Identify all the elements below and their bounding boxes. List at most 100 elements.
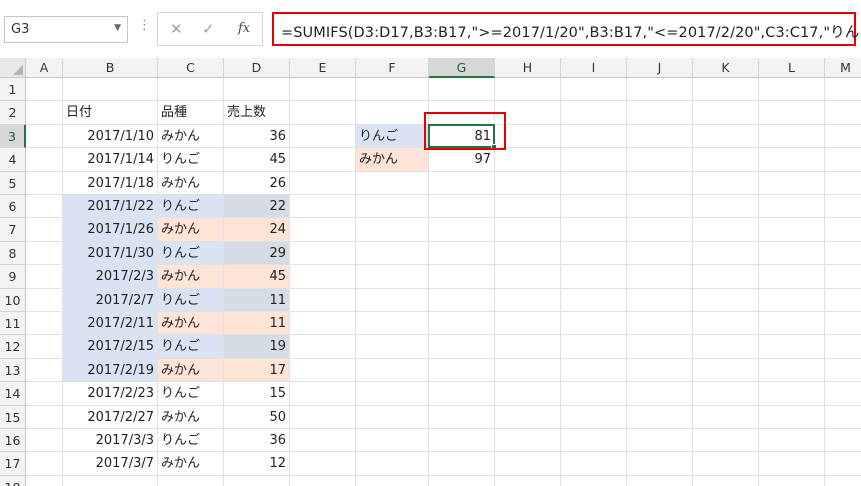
cell[interactable]: [290, 382, 356, 406]
date-cell[interactable]: 2017/2/7: [63, 288, 158, 312]
cell[interactable]: [290, 101, 356, 125]
cell[interactable]: [759, 358, 825, 383]
date-cell[interactable]: 2017/1/10: [63, 124, 158, 149]
cell[interactable]: [429, 382, 495, 406]
row-header-6[interactable]: 6: [0, 195, 26, 219]
cell[interactable]: [26, 78, 63, 102]
cell[interactable]: [627, 265, 693, 289]
cell[interactable]: [759, 101, 825, 125]
cell[interactable]: [356, 405, 429, 429]
cell[interactable]: [759, 265, 825, 289]
cell[interactable]: [495, 195, 561, 219]
cell[interactable]: [561, 335, 627, 359]
cell[interactable]: [627, 312, 693, 336]
cell[interactable]: [429, 405, 495, 429]
spreadsheet-grid[interactable]: ABCDEFGHIJKLM123456789101112131415161718…: [0, 58, 861, 486]
cell[interactable]: [26, 382, 63, 406]
cell[interactable]: [561, 148, 627, 172]
cell[interactable]: [495, 452, 561, 476]
date-cell[interactable]: 2017/2/23: [63, 382, 158, 406]
cell[interactable]: [693, 171, 759, 195]
summary-label-mikan[interactable]: みかん: [356, 148, 429, 172]
cell[interactable]: [495, 241, 561, 266]
cell[interactable]: [356, 475, 429, 486]
cell[interactable]: [495, 405, 561, 429]
variety-cell[interactable]: りんご: [158, 429, 224, 453]
cell[interactable]: [825, 78, 861, 102]
cell[interactable]: [290, 241, 356, 266]
variety-cell[interactable]: みかん: [158, 312, 224, 336]
cell[interactable]: [495, 382, 561, 406]
cell[interactable]: [825, 101, 861, 125]
cell[interactable]: [693, 429, 759, 453]
cell[interactable]: [26, 148, 63, 172]
row-header-9[interactable]: 9: [0, 265, 26, 289]
row-header-13[interactable]: 13: [0, 358, 26, 383]
cell[interactable]: [26, 195, 63, 219]
sales-cell[interactable]: 15: [224, 382, 290, 406]
cell[interactable]: [26, 218, 63, 242]
cell[interactable]: [825, 406, 861, 429]
cell[interactable]: [759, 335, 825, 359]
cell[interactable]: [290, 148, 356, 172]
cell[interactable]: [429, 312, 495, 336]
cell[interactable]: [290, 171, 356, 195]
cell[interactable]: [63, 475, 158, 486]
row-header-17[interactable]: 17: [0, 452, 26, 476]
cell[interactable]: [429, 78, 495, 102]
cell[interactable]: [627, 288, 693, 312]
cell[interactable]: [429, 358, 495, 383]
variety-cell[interactable]: みかん: [158, 218, 224, 242]
cell[interactable]: [356, 288, 429, 312]
cell[interactable]: [627, 195, 693, 219]
cell[interactable]: [825, 265, 861, 289]
cell[interactable]: [825, 452, 861, 476]
select-all-button[interactable]: [0, 58, 26, 78]
cell[interactable]: [429, 335, 495, 359]
date-cell[interactable]: 2017/2/15: [63, 335, 158, 359]
row-header-2[interactable]: 2: [0, 101, 26, 125]
cell[interactable]: [693, 78, 759, 102]
cell[interactable]: [26, 241, 63, 266]
summary-label-apple[interactable]: りんご: [356, 124, 429, 149]
cell[interactable]: [825, 148, 861, 172]
cell[interactable]: [290, 475, 356, 486]
cell[interactable]: [627, 241, 693, 266]
row-header-3[interactable]: 3: [0, 124, 26, 149]
variety-cell[interactable]: りんご: [158, 335, 224, 359]
variety-cell[interactable]: みかん: [158, 405, 224, 429]
date-cell[interactable]: 2017/2/27: [63, 405, 158, 429]
date-cell[interactable]: 2017/1/14: [63, 148, 158, 172]
cell[interactable]: [759, 429, 825, 453]
cell[interactable]: [290, 429, 356, 453]
summary-value-mikan[interactable]: 97: [429, 148, 495, 172]
cell[interactable]: [759, 124, 825, 149]
header-date[interactable]: 日付: [63, 101, 158, 125]
column-header-a[interactable]: A: [26, 58, 63, 78]
cell[interactable]: [26, 124, 63, 149]
cell[interactable]: [759, 475, 825, 486]
sales-cell[interactable]: 26: [224, 171, 290, 195]
cell[interactable]: [759, 452, 825, 476]
variety-cell[interactable]: みかん: [158, 358, 224, 383]
cell[interactable]: [290, 78, 356, 102]
cell[interactable]: [290, 195, 356, 219]
cell[interactable]: [693, 452, 759, 476]
row-header-11[interactable]: 11: [0, 312, 26, 336]
cell[interactable]: [561, 312, 627, 336]
variety-cell[interactable]: みかん: [158, 265, 224, 289]
row-header-15[interactable]: 15: [0, 405, 26, 429]
cell[interactable]: [561, 101, 627, 125]
variety-cell[interactable]: みかん: [158, 452, 224, 476]
cell[interactable]: [561, 288, 627, 312]
cell[interactable]: [627, 124, 693, 149]
cell[interactable]: [26, 452, 63, 476]
cell[interactable]: [627, 382, 693, 406]
insert-function-icon[interactable]: fx: [238, 21, 250, 36]
variety-cell[interactable]: りんご: [158, 382, 224, 406]
cell[interactable]: [429, 195, 495, 219]
row-header-8[interactable]: 8: [0, 241, 26, 266]
cell[interactable]: [356, 452, 429, 476]
cell[interactable]: [627, 218, 693, 242]
header-variety[interactable]: 品種: [158, 101, 224, 125]
